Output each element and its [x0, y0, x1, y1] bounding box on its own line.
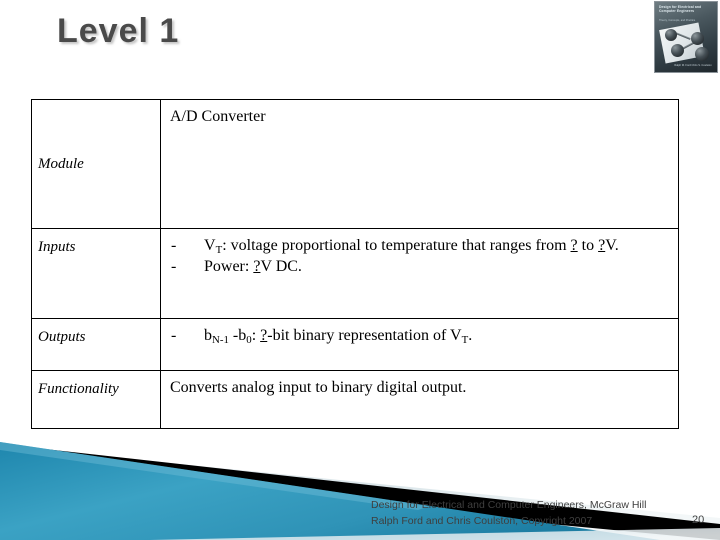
book-cover-atom-shape [671, 44, 684, 57]
bullet-text: b [204, 327, 212, 344]
table-row-value-cell: - VT: voltage proportional to temperature… [160, 228, 679, 319]
table-row: Inputs - VT: voltage proportional to temp… [31, 228, 679, 319]
book-cover-subtitle: Theory, Concepts, and Practice [659, 19, 696, 22]
footer-credit-line-1: Design for Electrical and Computer Engin… [371, 499, 647, 511]
page-title: Level 1 [57, 12, 180, 50]
functionality-value: Converts analog input to binary digital … [170, 379, 467, 396]
table-row-value-cell: Converts analog input to binary digital … [160, 370, 679, 429]
bullet-text: -bit binary representation of V [267, 327, 462, 344]
row-label-outputs: Outputs [38, 329, 86, 345]
subscript-text: N-1 [212, 334, 229, 347]
book-cover-authors: Ralph M. Ford Chris S. Coulston [674, 64, 712, 68]
bullet-text: : [251, 327, 261, 344]
inputs-bullet-list: - VT: voltage proportional to temperature… [170, 236, 668, 278]
bullet-text: V. [605, 237, 619, 254]
subscript-text: T [461, 334, 469, 347]
book-cover-image: Design for Electrical and Computer Engin… [654, 1, 718, 73]
page-number: 20 [692, 514, 705, 526]
table-row-value-cell: A/D Converter [160, 99, 679, 229]
table-row: Module A/D Converter [31, 99, 679, 229]
teal-highlight-shape [0, 442, 430, 510]
outputs-value: - bN-1 -b0: ?-bit binary representation o… [161, 319, 678, 370]
module-value: A/D Converter [170, 108, 266, 125]
subscript-text: 0 [246, 334, 252, 347]
row-label-inputs: Inputs [38, 239, 76, 255]
outputs-bullet-list: - bN-1 -b0: ?-bit binary representation o… [170, 326, 668, 346]
table-row: Outputs - bN-1 -b0: ?-bit binary represen… [31, 318, 679, 371]
bullet-item: - bN-1 -b0: ?-bit binary representation o… [170, 326, 668, 346]
row-label-module: Module [38, 156, 84, 172]
row-label-functionality: Functionality [38, 381, 119, 397]
bullet-item: - VT: voltage proportional to temperature… [170, 236, 668, 256]
bullet-item: - Power: ?V DC. [170, 257, 668, 277]
table-row-label-cell: Functionality [31, 370, 161, 429]
book-cover-title: Design for Electrical and Computer Engin… [659, 5, 702, 14]
table-row: Functionality Converts analog input to b… [31, 370, 679, 429]
bullet-text: to [577, 237, 599, 254]
book-cover-atom-shape [665, 29, 677, 41]
bullet-text: . [468, 327, 473, 344]
book-cover-atom-shape [691, 32, 704, 45]
module-spec-table: Module A/D Converter Inputs - VT: voltage… [31, 99, 679, 429]
bullet-dash: - [171, 258, 177, 276]
inputs-value: - VT: voltage proportional to temperature… [161, 229, 678, 318]
bullet-text: V [204, 237, 216, 254]
table-row-value-cell: - bN-1 -b0: ?-bit binary representation o… [160, 318, 679, 371]
table-row-label-cell: Outputs [31, 318, 161, 371]
subscript-text: T [215, 244, 223, 257]
footer-credit-line-2: Ralph Ford and Chris Coulston, Copyright… [371, 515, 593, 527]
table-row-label-cell: Inputs [31, 228, 161, 319]
bullet-text: Power: [204, 258, 254, 276]
table-row-label-cell: Module [31, 99, 161, 229]
bullet-text: : voltage proportional to temperature th… [222, 237, 571, 254]
bullet-text: -b [228, 327, 247, 344]
footer-credit: Design for Electrical and Computer Engin… [371, 497, 646, 529]
bullet-dash: - [171, 237, 177, 254]
book-cover-atom-shape [695, 47, 709, 61]
bullet-text: V DC. [260, 258, 302, 276]
blank-placeholder: ? [570, 237, 578, 254]
bullet-dash: - [171, 327, 177, 344]
pale-sliver-shape [150, 528, 720, 540]
